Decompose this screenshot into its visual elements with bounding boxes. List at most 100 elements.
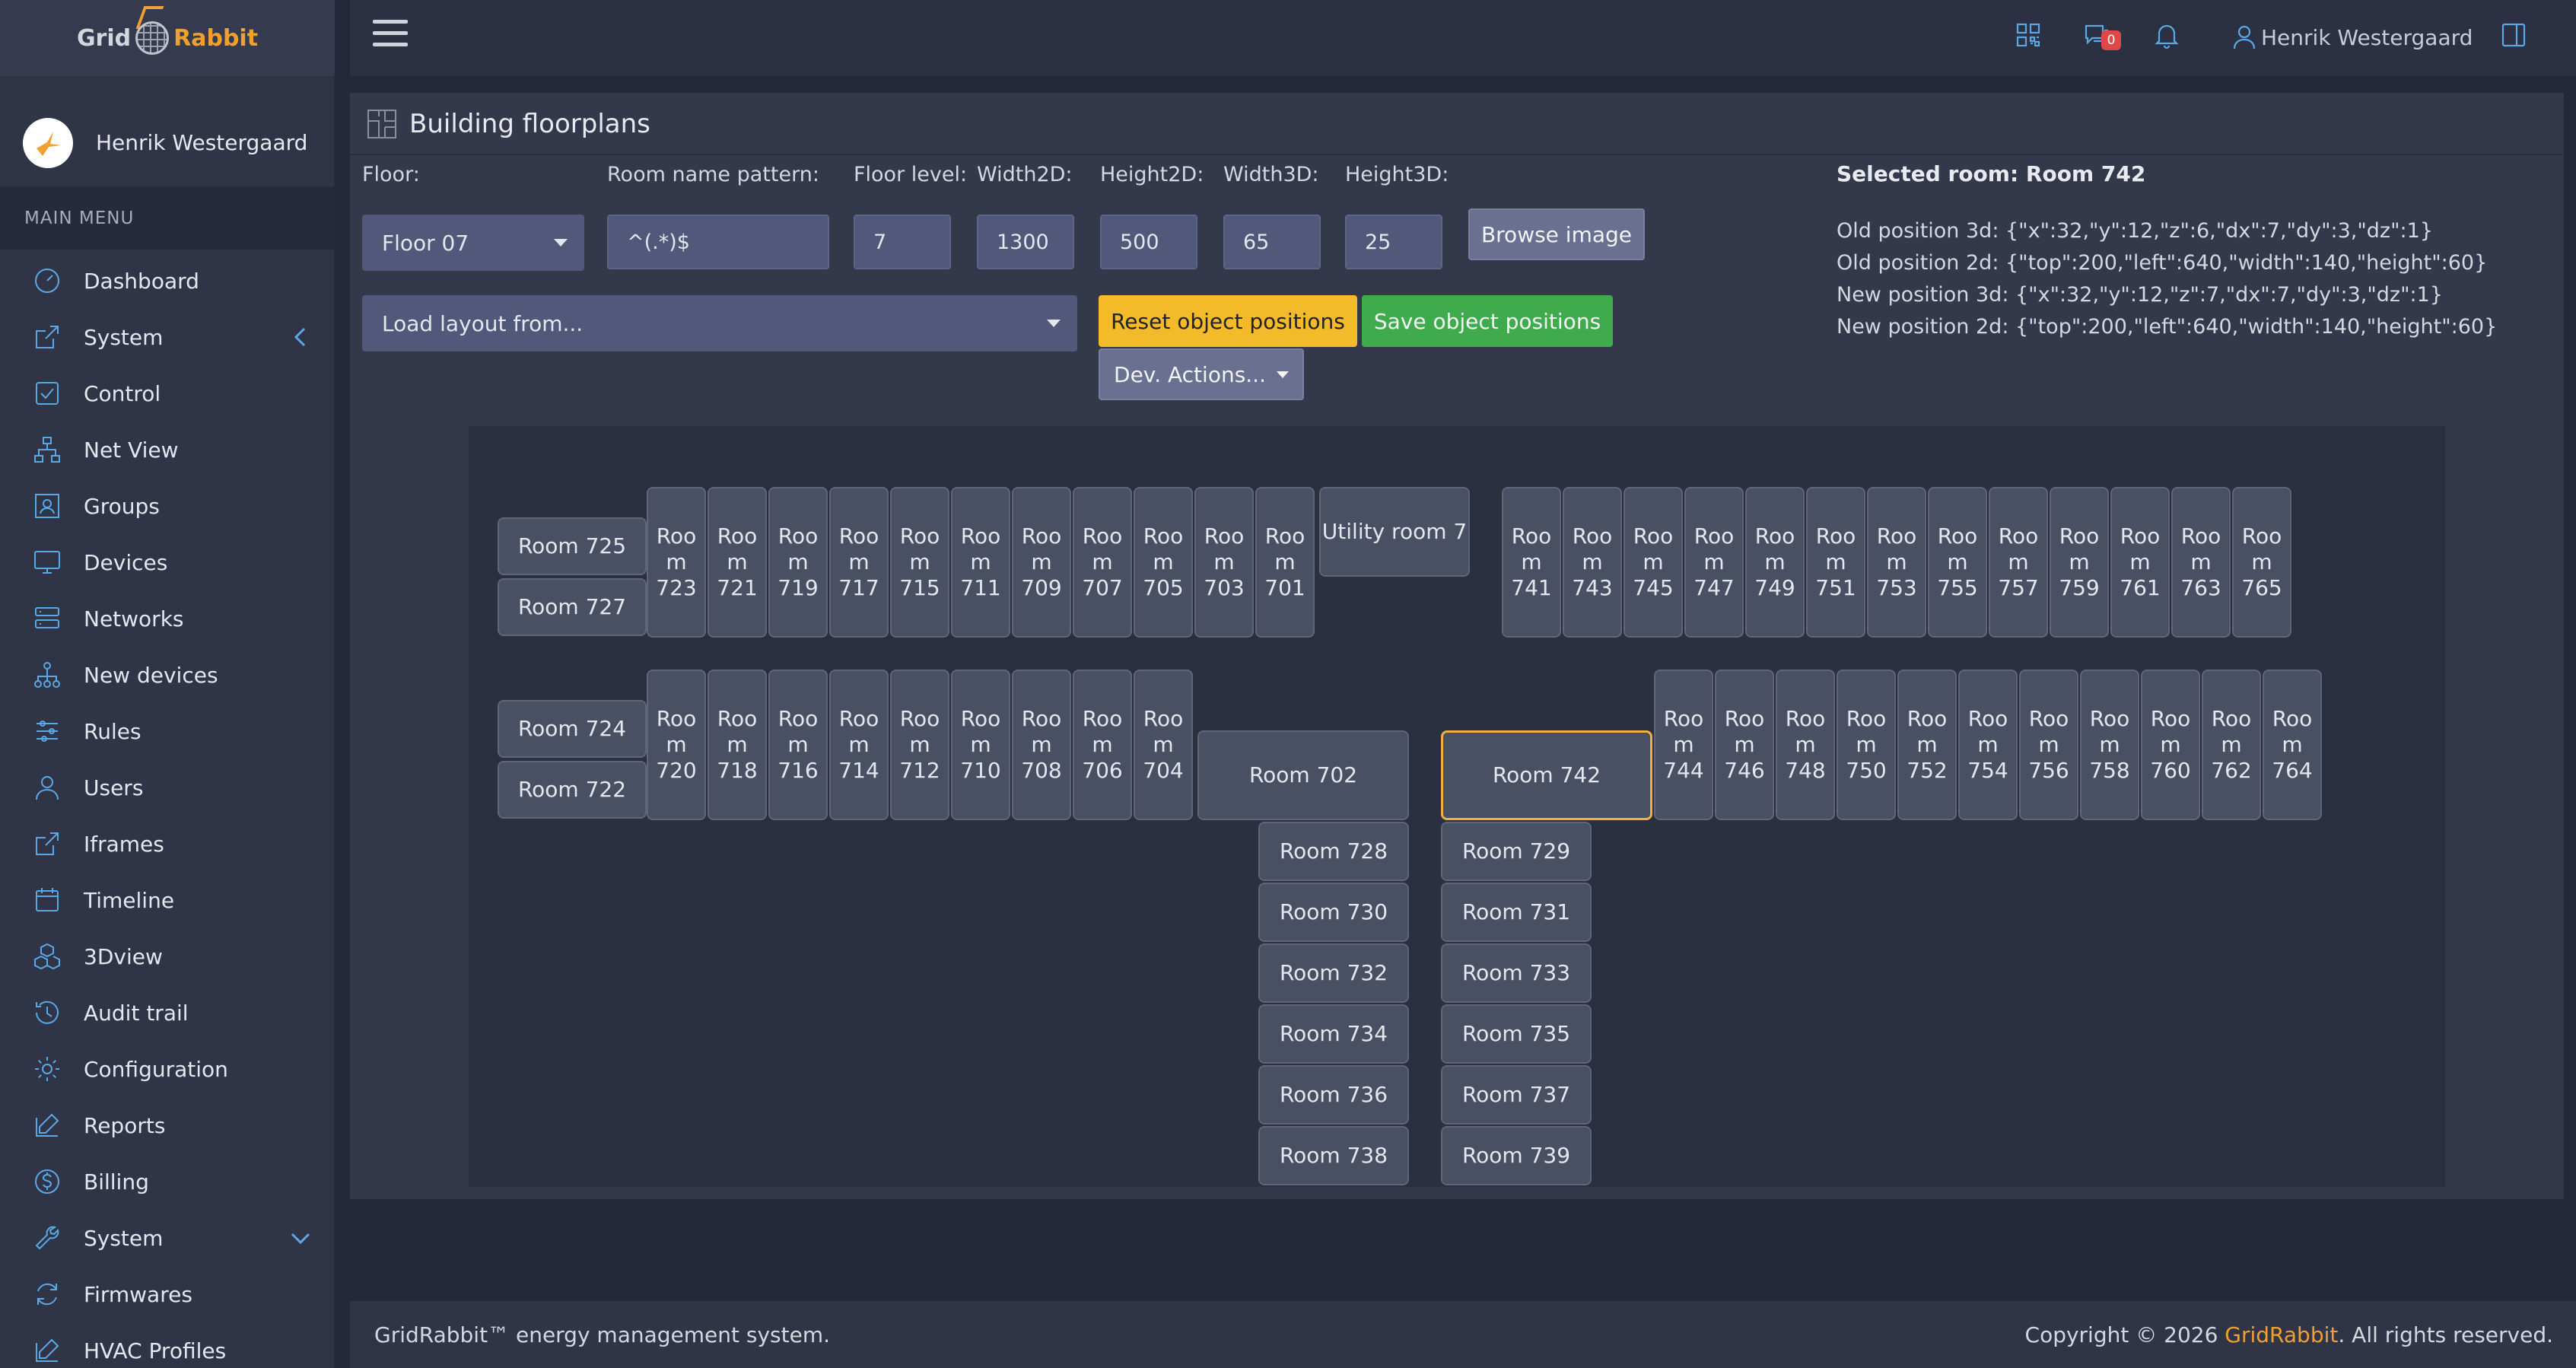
room-room-721[interactable]: Room 721 (708, 487, 767, 638)
floorplan-canvas[interactable]: Room 725 Room 727 Room 723 Room 721 Room 719… (469, 426, 2445, 1187)
sidebar-item-firmwares[interactable]: Firmwares (0, 1266, 335, 1322)
brand-logo[interactable]: Grid Rabbit (0, 0, 335, 76)
room-room-746[interactable]: Room 746 (1715, 670, 1774, 820)
room-room-727[interactable]: Room 727 (498, 578, 647, 636)
sidebar-item-devices[interactable]: Devices (0, 534, 335, 590)
room-room-714[interactable]: Room 714 (829, 670, 889, 820)
chevron-left-icon[interactable] (289, 326, 312, 348)
room-room-711[interactable]: Room 711 (951, 487, 1010, 638)
room-room-741[interactable]: Room 741 (1502, 487, 1561, 638)
room-room-716[interactable]: Room 716 (768, 670, 828, 820)
room-room-751[interactable]: Room 751 (1806, 487, 1865, 638)
room-room-705[interactable]: Room 705 (1134, 487, 1193, 638)
room-room-719[interactable]: Room 719 (768, 487, 828, 638)
sidebar-item-iframes[interactable]: Iframes (0, 816, 335, 872)
sidebar-item-rules[interactable]: Rules (0, 703, 335, 759)
room-room-753[interactable]: Room 753 (1867, 487, 1926, 638)
load-layout-select[interactable]: Load layout from... (362, 295, 1077, 352)
room-room-764[interactable]: Room 764 (2263, 670, 2322, 820)
sidebar-item-net-view[interactable]: Net View (0, 422, 335, 478)
room-room-720[interactable]: Room 720 (647, 670, 706, 820)
room-room-717[interactable]: Room 717 (829, 487, 889, 638)
top-user-menu[interactable]: Henrik Westergaard (2231, 20, 2473, 55)
room-room-735[interactable]: Room 735 (1441, 1004, 1592, 1064)
room-room-729[interactable]: Room 729 (1441, 822, 1592, 881)
room-room-706[interactable]: Room 706 (1073, 670, 1132, 820)
save-positions-button[interactable]: Save object positions (1362, 295, 1613, 347)
bell-icon[interactable] (2151, 20, 2185, 53)
room-room-757[interactable]: Room 757 (1989, 487, 2048, 638)
floor-select[interactable]: Floor 07 (362, 215, 584, 271)
reset-positions-button[interactable]: Reset object positions (1099, 295, 1357, 347)
room-room-724[interactable]: Room 724 (498, 700, 647, 758)
sidebar-item-new-devices[interactable]: New devices (0, 647, 335, 703)
room-room-747[interactable]: Room 747 (1684, 487, 1744, 638)
browse-image-button[interactable]: Browse image (1468, 208, 1645, 260)
sidebar-item-control[interactable]: Control (0, 365, 335, 422)
floor-level-input[interactable] (854, 215, 951, 269)
room-room-763[interactable]: Room 763 (2171, 487, 2231, 638)
room-room-760[interactable]: Room 760 (2141, 670, 2200, 820)
sidebar-item-dashboard[interactable]: Dashboard (0, 253, 335, 309)
room-room-744[interactable]: Room 744 (1654, 670, 1713, 820)
room-room-725[interactable]: Room 725 (498, 517, 647, 575)
sidebar-item-networks[interactable]: Networks (0, 590, 335, 647)
room-room-761[interactable]: Room 761 (2110, 487, 2170, 638)
qr-code-icon[interactable] (2013, 20, 2046, 53)
room-room-733[interactable]: Room 733 (1441, 943, 1592, 1003)
sidebar-toggle-icon[interactable] (2498, 20, 2532, 53)
room-room-731[interactable]: Room 731 (1441, 883, 1592, 942)
dev-actions-button[interactable]: Dev. Actions... (1099, 348, 1304, 400)
room-room-736[interactable]: Room 736 (1258, 1065, 1409, 1125)
room-room-710[interactable]: Room 710 (951, 670, 1010, 820)
room-room-756[interactable]: Room 756 (2019, 670, 2078, 820)
room-room-758[interactable]: Room 758 (2080, 670, 2139, 820)
chat-icon[interactable]: 0 (2081, 20, 2121, 53)
sidebar-item-3dview[interactable]: 3Dview (0, 928, 335, 985)
width3d-input[interactable] (1223, 215, 1321, 269)
room-room-755[interactable]: Room 755 (1928, 487, 1987, 638)
room-room-737[interactable]: Room 737 (1441, 1065, 1592, 1125)
sidebar-item-users[interactable]: Users (0, 759, 335, 816)
sidebar-item-groups[interactable]: Groups (0, 478, 335, 534)
room-room-752[interactable]: Room 752 (1897, 670, 1957, 820)
room-room-749[interactable]: Room 749 (1745, 487, 1805, 638)
room-room-730[interactable]: Room 730 (1258, 883, 1409, 942)
room-room-728[interactable]: Room 728 (1258, 822, 1409, 881)
sidebar-item-system[interactable]: System (0, 309, 335, 365)
height3d-input[interactable] (1345, 215, 1442, 269)
room-room-701[interactable]: Room 701 (1255, 487, 1315, 638)
sidebar-item-timeline[interactable]: Timeline (0, 872, 335, 928)
sidebar-item-billing[interactable]: Billing (0, 1153, 335, 1210)
room-room-748[interactable]: Room 748 (1776, 670, 1835, 820)
room-room-732[interactable]: Room 732 (1258, 943, 1409, 1003)
width2d-input[interactable] (977, 215, 1074, 269)
room-room-709[interactable]: Room 709 (1012, 487, 1071, 638)
room-room-743[interactable]: Room 743 (1563, 487, 1622, 638)
room-room-707[interactable]: Room 707 (1073, 487, 1132, 638)
room-room-750[interactable]: Room 750 (1837, 670, 1896, 820)
room-room-754[interactable]: Room 754 (1958, 670, 2018, 820)
user-panel[interactable]: Henrik Westergaard (0, 99, 335, 187)
room-room-702[interactable]: Room 702 (1197, 730, 1409, 820)
room-room-765[interactable]: Room 765 (2232, 487, 2291, 638)
room-utility-room-7[interactable]: Utility room 7 (1319, 487, 1470, 577)
room-room-712[interactable]: Room 712 (890, 670, 949, 820)
room-room-759[interactable]: Room 759 (2050, 487, 2109, 638)
room-room-722[interactable]: Room 722 (498, 761, 647, 819)
room-room-723[interactable]: Room 723 (647, 487, 706, 638)
room-room-715[interactable]: Room 715 (890, 487, 949, 638)
chevron-down-icon[interactable] (289, 1226, 312, 1249)
room-room-718[interactable]: Room 718 (708, 670, 767, 820)
sidebar-item-reports[interactable]: Reports (0, 1097, 335, 1153)
room-room-703[interactable]: Room 703 (1194, 487, 1254, 638)
sidebar-item-configuration[interactable]: Configuration (0, 1041, 335, 1097)
height2d-input[interactable] (1100, 215, 1197, 269)
room-pattern-input[interactable] (607, 215, 829, 269)
sidebar-item-system[interactable]: System (0, 1210, 335, 1266)
room-room-708[interactable]: Room 708 (1012, 670, 1071, 820)
room-room-704[interactable]: Room 704 (1134, 670, 1193, 820)
gridrabbit-link[interactable]: GridRabbit (2225, 1322, 2338, 1347)
room-room-762[interactable]: Room 762 (2202, 670, 2261, 820)
room-room-739[interactable]: Room 739 (1441, 1126, 1592, 1185)
